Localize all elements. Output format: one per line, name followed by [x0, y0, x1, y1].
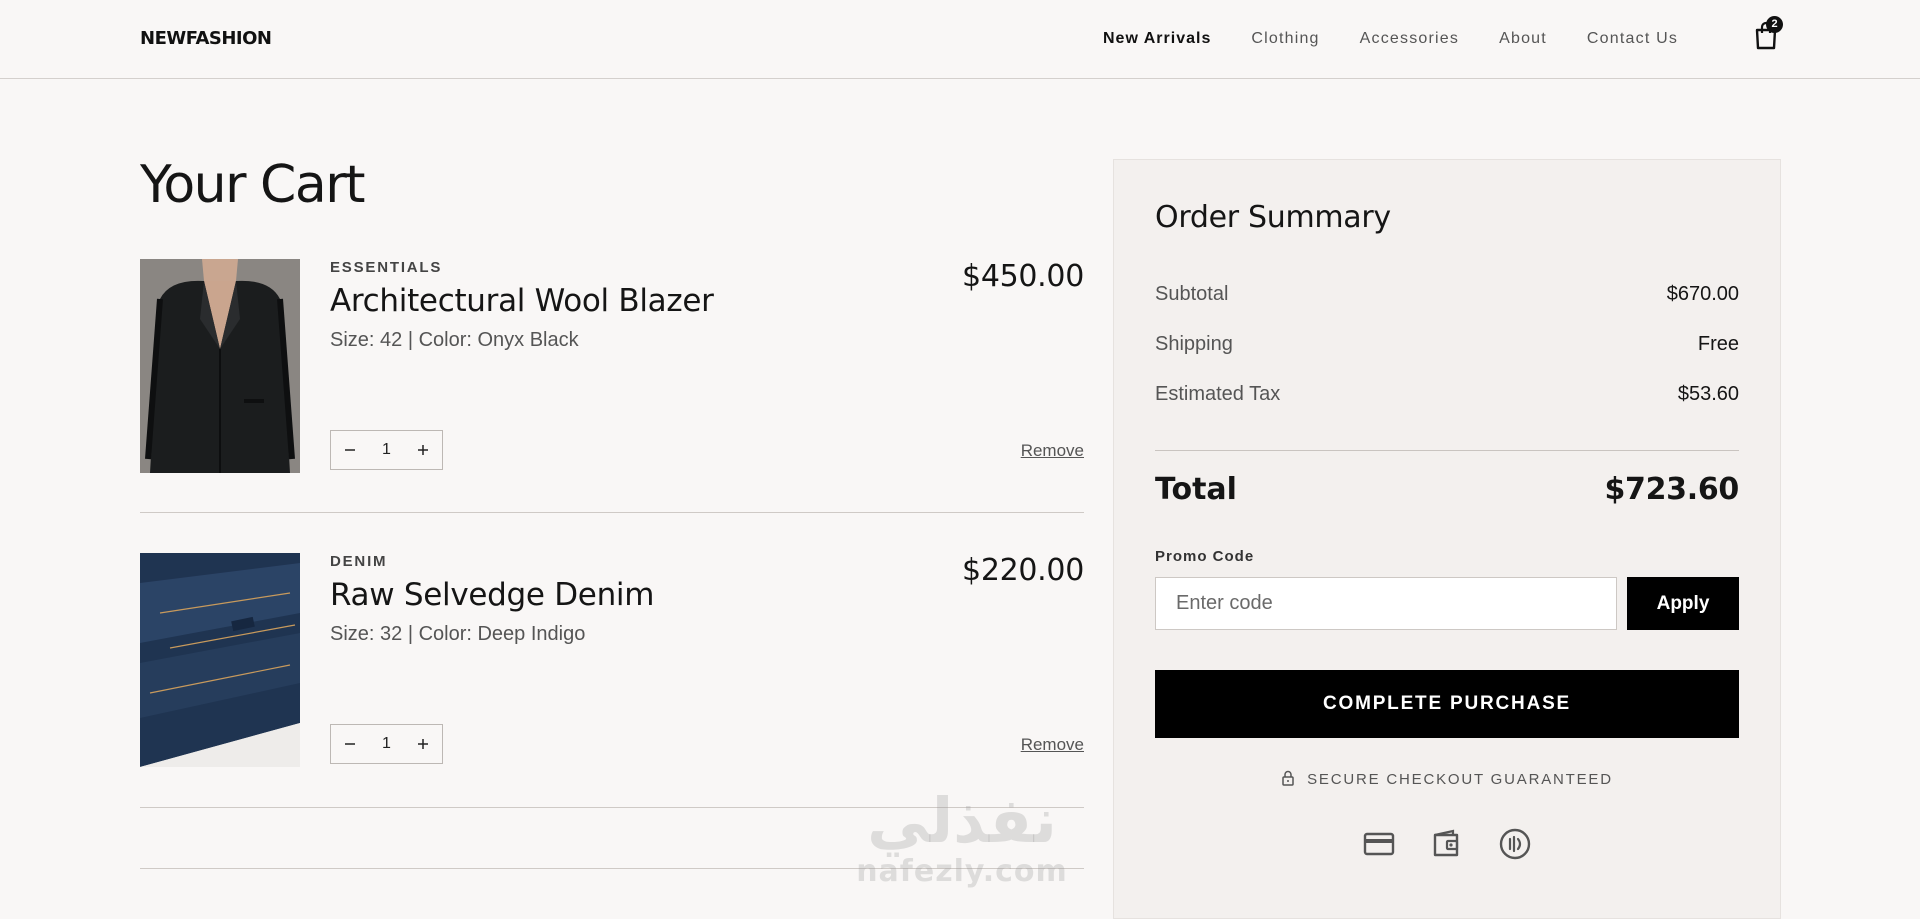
- promo-code-input[interactable]: [1155, 577, 1617, 630]
- summary-divider: [1155, 450, 1739, 451]
- remove-item-link[interactable]: Remove: [1021, 441, 1084, 461]
- minus-icon: [345, 449, 355, 451]
- contactless-icon: [1499, 828, 1531, 860]
- cart-item: DENIM Raw Selvedge Denim Size: 32 | Colo…: [140, 553, 1084, 767]
- shipping-label: Shipping: [1155, 333, 1233, 355]
- total-value: $723.60: [1604, 472, 1739, 507]
- item-category: ESSENTIALS: [330, 259, 443, 276]
- secure-checkout-text: SECURE CHECKOUT GUARANTEED: [1307, 771, 1613, 788]
- watermark: نفذلي nafezly.com: [852, 786, 1072, 888]
- watermark-arabic-text: نفذلي: [867, 784, 1057, 857]
- lock-icon: [1282, 770, 1294, 786]
- wallet-icon: [1431, 828, 1463, 860]
- item-attributes: Size: 42 | Color: Onyx Black: [330, 329, 579, 351]
- subtotal-row: Subtotal $670.00: [1155, 283, 1739, 306]
- item-divider: [140, 868, 1084, 869]
- remove-item-link[interactable]: Remove: [1021, 735, 1084, 755]
- item-price: $450.00: [962, 259, 1084, 294]
- quantity-stepper: 1: [330, 724, 443, 764]
- total-label: Total: [1155, 472, 1237, 507]
- promo-code-label: Promo Code: [1155, 548, 1255, 565]
- shipping-value: Free: [1697, 333, 1739, 355]
- nav-contact-us[interactable]: Contact Us: [1587, 30, 1678, 48]
- subtotal-value: $670.00: [1666, 283, 1739, 305]
- tax-label: Estimated Tax: [1155, 383, 1281, 405]
- item-name[interactable]: Architectural Wool Blazer: [330, 283, 714, 319]
- nav-about[interactable]: About: [1499, 30, 1547, 48]
- item-name[interactable]: Raw Selvedge Denim: [330, 577, 654, 613]
- decrease-quantity-button[interactable]: [331, 431, 369, 469]
- nav-clothing[interactable]: Clothing: [1251, 30, 1319, 48]
- cart-count-badge: 2: [1766, 16, 1783, 33]
- page-title: Your Cart: [140, 155, 365, 215]
- apply-promo-button[interactable]: Apply: [1627, 577, 1739, 630]
- increase-quantity-button[interactable]: [404, 725, 442, 763]
- main-nav: New Arrivals Clothing Accessories About …: [1103, 30, 1718, 48]
- payment-methods: [1155, 828, 1739, 860]
- plus-icon: [418, 445, 428, 455]
- item-category: DENIM: [330, 553, 388, 570]
- site-header: NEWFASHION New Arrivals Clothing Accesso…: [0, 0, 1920, 79]
- cart-item: ESSENTIALS Architectural Wool Blazer Siz…: [140, 259, 1084, 473]
- product-image-denim[interactable]: [140, 553, 300, 767]
- secure-checkout-note: SECURE CHECKOUT GUARANTEED: [1155, 770, 1739, 788]
- site-logo[interactable]: NEWFASHION: [140, 28, 272, 49]
- complete-purchase-button[interactable]: COMPLETE PURCHASE: [1155, 670, 1739, 738]
- quantity-value[interactable]: 1: [369, 735, 404, 753]
- nav-new-arrivals[interactable]: New Arrivals: [1103, 30, 1211, 48]
- total-row: Total $723.60: [1155, 472, 1739, 507]
- quantity-value[interactable]: 1: [369, 441, 404, 459]
- item-price: $220.00: [962, 553, 1084, 588]
- tax-row: Estimated Tax $53.60: [1155, 383, 1739, 406]
- minus-icon: [345, 743, 355, 745]
- plus-icon: [418, 739, 428, 749]
- tax-value: $53.60: [1677, 383, 1739, 405]
- shipping-row: Shipping Free: [1155, 333, 1739, 356]
- increase-quantity-button[interactable]: [404, 431, 442, 469]
- item-divider: [140, 807, 1084, 808]
- subtotal-label: Subtotal: [1155, 283, 1229, 305]
- item-divider: [140, 512, 1084, 513]
- order-summary-title: Order Summary: [1155, 200, 1391, 235]
- quantity-stepper: 1: [330, 430, 443, 470]
- nav-accessories[interactable]: Accessories: [1360, 30, 1459, 48]
- order-summary-panel: Order Summary Subtotal $670.00 Shipping …: [1113, 159, 1781, 919]
- decrease-quantity-button[interactable]: [331, 725, 369, 763]
- credit-card-icon: [1363, 828, 1395, 860]
- watermark-latin-text: nafezly.com: [856, 854, 1068, 889]
- product-image-blazer[interactable]: [140, 259, 300, 473]
- item-attributes: Size: 32 | Color: Deep Indigo: [330, 623, 586, 645]
